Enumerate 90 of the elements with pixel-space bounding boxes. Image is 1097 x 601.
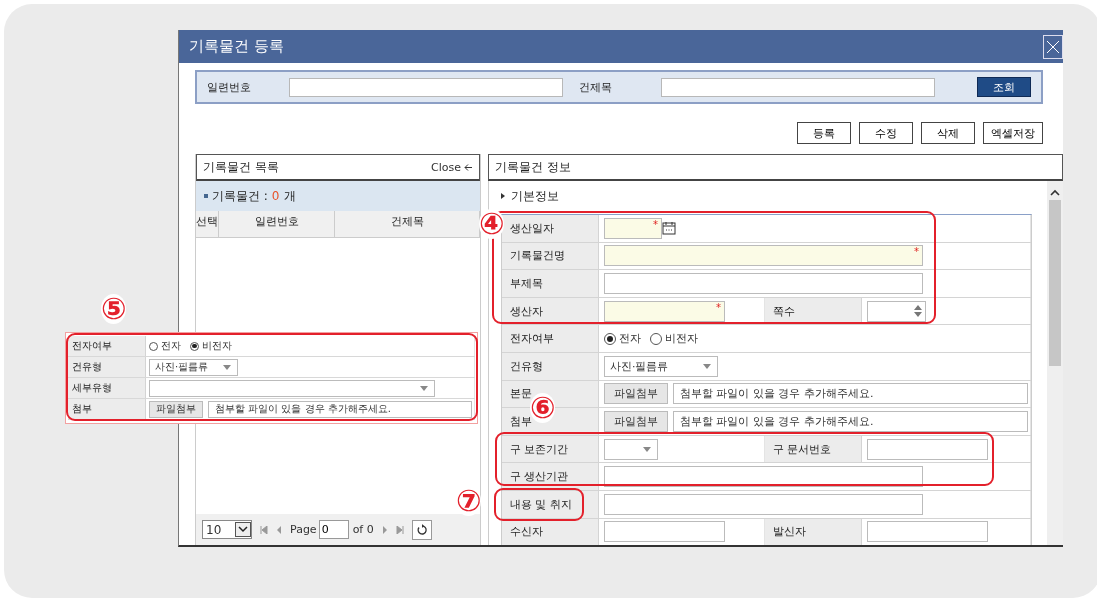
text-field[interactable] — [604, 273, 923, 294]
action-button[interactable]: 수정 — [859, 122, 913, 144]
close-button[interactable] — [1043, 34, 1063, 59]
prev-page-icon[interactable] — [276, 525, 282, 534]
count-unit: 개 — [283, 187, 296, 205]
field-label: 구 생산기관 — [510, 469, 569, 485]
section-title: 기본정보 — [511, 187, 559, 205]
radio-option[interactable]: 전자 — [149, 339, 181, 353]
field-label: 발신자 — [773, 524, 806, 540]
radio-option[interactable]: 비전자 — [650, 331, 698, 347]
radio-option[interactable]: 비전자 — [190, 339, 232, 353]
field-label: 생산자 — [510, 303, 543, 319]
field-label: 기록물건명 — [510, 248, 565, 264]
search-button[interactable]: 조회 — [977, 77, 1031, 97]
file-field[interactable]: 첨부할 파일이 있을 경우 추가해주세요. — [208, 400, 472, 418]
text-field[interactable] — [604, 466, 923, 488]
action-button[interactable]: 엑셀저장 — [983, 122, 1043, 144]
attach-button[interactable]: 파일첨부 — [604, 410, 668, 432]
required-mark: * — [914, 247, 919, 258]
last-page-icon[interactable] — [395, 525, 404, 534]
select-field[interactable] — [149, 379, 435, 397]
column-header[interactable]: 선택 — [196, 211, 219, 237]
field-label: 건유형 — [72, 360, 102, 374]
spinner-icon[interactable] — [914, 304, 922, 319]
attach-button[interactable]: 파일첨부 — [149, 400, 203, 418]
arrow-left-icon — [464, 162, 473, 172]
chevron-up-icon[interactable] — [1050, 189, 1060, 196]
file-field[interactable]: 첨부할 파일이 있을 경우 추가해주세요. — [673, 383, 1028, 405]
action-button[interactable]: 삭제 — [921, 122, 975, 144]
scroll-thumb[interactable] — [1049, 200, 1061, 366]
select-field[interactable]: 사진·필름류 — [149, 358, 238, 376]
refresh-button[interactable] — [411, 519, 432, 540]
field-label: 구 문서번호 — [773, 441, 832, 457]
page-size-select[interactable]: 10 — [202, 520, 252, 539]
field-label: 건유형 — [510, 358, 543, 374]
window-title: 기록물건 등록 — [189, 37, 284, 56]
field-label: 세부유형 — [72, 381, 112, 395]
next-page-icon[interactable] — [381, 525, 388, 534]
select-field[interactable] — [604, 438, 658, 460]
select-field[interactable]: 사진·필름류 — [604, 355, 718, 377]
search-field[interactable] — [661, 77, 935, 97]
required-mark: * — [653, 219, 658, 230]
date-field[interactable]: * — [604, 217, 662, 239]
close-link[interactable]: Close — [431, 160, 473, 174]
radio-option[interactable]: 전자 — [604, 331, 641, 347]
caret-icon — [643, 446, 651, 452]
text-field[interactable]: * — [604, 245, 923, 267]
text-field[interactable] — [867, 521, 988, 543]
field-label: 본문 — [510, 386, 532, 401]
panel-title: 기록물건 목록 — [203, 158, 279, 176]
field-label: 전자여부 — [510, 331, 554, 347]
bullet-icon — [204, 194, 208, 198]
close-icon — [1046, 39, 1060, 54]
text-field[interactable] — [604, 493, 923, 515]
panel-title: 기록물건 정보 — [495, 158, 571, 176]
field-label: 생산일자 — [510, 220, 554, 236]
field-label: 전자여부 — [72, 339, 112, 353]
field-label: 부제목 — [510, 276, 543, 291]
caret-icon — [703, 363, 711, 369]
action-button[interactable]: 등록 — [797, 122, 851, 144]
field-label: 첨부 — [510, 414, 532, 429]
search-label: 일련번호 — [207, 79, 252, 95]
field-label: 구 보존기간 — [510, 441, 569, 457]
page-field[interactable]: 0 — [318, 520, 349, 539]
page-count: of 0 — [352, 523, 374, 536]
first-page-icon[interactable] — [260, 525, 268, 534]
scrollbar[interactable] — [1047, 181, 1063, 545]
text-field[interactable]: * — [604, 300, 725, 322]
field-label: 수신자 — [510, 524, 543, 540]
required-mark: * — [716, 302, 721, 313]
search-field[interactable] — [289, 77, 563, 97]
column-header[interactable]: 일련번호 — [219, 211, 335, 237]
calendar-icon[interactable] — [662, 221, 676, 236]
attach-button[interactable]: 파일첨부 — [604, 383, 668, 405]
field-label: 첨부 — [72, 402, 92, 416]
caret-icon — [223, 364, 231, 370]
chevron-down-icon — [235, 522, 251, 537]
field-label: 쪽수 — [773, 303, 795, 319]
refresh-icon — [415, 523, 428, 536]
page-label: Page — [290, 523, 317, 536]
text-field[interactable] — [604, 521, 725, 543]
text-field[interactable] — [867, 438, 988, 460]
count-label: 기록물건 : — [212, 187, 268, 205]
search-label: 건제목 — [579, 79, 613, 95]
caret-icon — [420, 385, 428, 391]
triangle-icon — [501, 193, 505, 199]
number-field[interactable] — [867, 300, 926, 322]
count-value: 0 — [271, 189, 280, 203]
field-label: 내용 및 취지 — [510, 496, 572, 512]
file-field[interactable]: 첨부할 파일이 있을 경우 추가해주세요. — [673, 410, 1028, 432]
